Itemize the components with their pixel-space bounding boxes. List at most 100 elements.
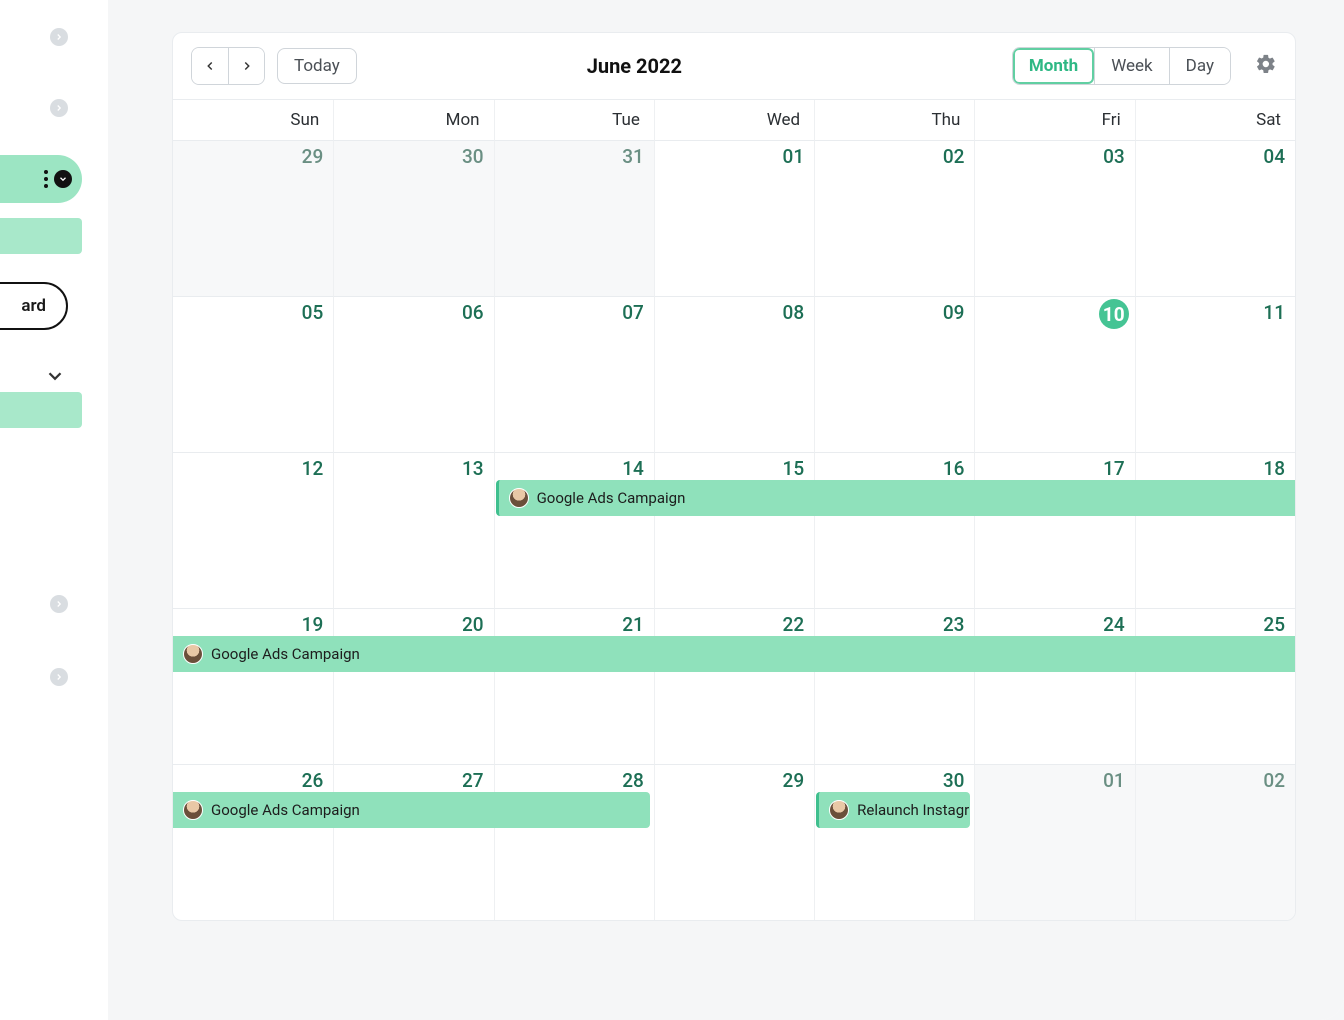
sidebar-active-item[interactable] bbox=[0, 155, 82, 203]
calendar-day-cell[interactable]: 20 bbox=[333, 608, 493, 764]
view-month-button[interactable]: Month bbox=[1013, 48, 1094, 84]
calendar-day-cell[interactable]: 21 bbox=[494, 608, 654, 764]
calendar-week: 19 20 21 22 2324 25Google Ads Campaign bbox=[173, 608, 1295, 764]
day-number: 09 bbox=[943, 301, 965, 324]
event-title: Relaunch Instagr bbox=[857, 801, 969, 819]
sidebar-expand-icon[interactable] bbox=[50, 595, 68, 613]
calendar-day-cell[interactable]: 09 bbox=[814, 296, 974, 452]
calendar-day-cell[interactable]: 18 bbox=[1135, 452, 1295, 608]
calendar-day-cell[interactable]: 24 bbox=[974, 608, 1134, 764]
calendar-event[interactable]: Relaunch Instagr bbox=[816, 792, 970, 828]
weekday-header: Thu bbox=[814, 100, 974, 140]
day-number: 26 bbox=[302, 769, 324, 792]
day-number: 14 bbox=[622, 457, 644, 480]
calendar-event[interactable]: Google Ads Campaign bbox=[173, 792, 650, 828]
day-number: 19 bbox=[302, 613, 324, 636]
sidebar-dashboard-button[interactable]: ard bbox=[0, 282, 68, 330]
calendar-day-cell[interactable]: 29 bbox=[654, 764, 814, 920]
gear-icon[interactable] bbox=[1255, 53, 1277, 79]
day-number: 21 bbox=[622, 613, 644, 636]
calendar-day-cell[interactable]: 11 bbox=[1135, 296, 1295, 452]
calendar-day-cell[interactable]: 27 bbox=[333, 764, 493, 920]
calendar-day-cell[interactable]: 17 bbox=[974, 452, 1134, 608]
calendar-week: 26 27 28 29 30 01 02 Google Ads Campaign Relaunc… bbox=[173, 764, 1295, 920]
calendar-day-cell[interactable]: 16 bbox=[814, 452, 974, 608]
calendar-day-cell[interactable]: 06 bbox=[333, 296, 493, 452]
day-number: 13 bbox=[462, 457, 484, 480]
weekday-header: Sat bbox=[1135, 100, 1295, 140]
calendar-day-cell[interactable]: 15 bbox=[654, 452, 814, 608]
day-number: 22 bbox=[783, 613, 805, 636]
day-number: 18 bbox=[1263, 457, 1285, 480]
sidebar-panel bbox=[0, 0, 84, 556]
calendar-event[interactable]: Google Ads Campaign bbox=[173, 636, 1295, 672]
day-number: 29 bbox=[783, 769, 805, 792]
calendar-day-cell[interactable]: 31 bbox=[494, 140, 654, 296]
prev-button[interactable] bbox=[192, 48, 228, 84]
calendar-week: 12 13 14 15 16 17 18Google Ads Campaign bbox=[173, 452, 1295, 608]
calendar-day-cell[interactable]: 12 bbox=[173, 452, 333, 608]
chevron-down-icon[interactable] bbox=[44, 365, 66, 391]
sidebar: ard bbox=[0, 0, 108, 1020]
calendar-day-cell[interactable]: 25 bbox=[1135, 608, 1295, 764]
day-number: 28 bbox=[622, 769, 644, 792]
calendar-day-cell[interactable]: 30 bbox=[814, 764, 974, 920]
calendar-week: 05 06 07 08 09 10 11 bbox=[173, 296, 1295, 452]
day-number: 29 bbox=[302, 145, 324, 168]
weekday-header: Tue bbox=[494, 100, 654, 140]
calendar-day-cell[interactable]: 02 bbox=[814, 140, 974, 296]
day-number: 08 bbox=[783, 301, 805, 324]
view-week-button[interactable]: Week bbox=[1094, 48, 1168, 84]
calendar-day-cell[interactable]: 13 bbox=[333, 452, 493, 608]
calendar-event[interactable]: Google Ads Campaign bbox=[496, 480, 1295, 516]
calendar-day-cell[interactable]: 10 bbox=[974, 296, 1134, 452]
day-number: 15 bbox=[783, 457, 805, 480]
day-number: 27 bbox=[462, 769, 484, 792]
weekday-header: Sun bbox=[173, 100, 333, 140]
calendar-day-cell[interactable]: 04 bbox=[1135, 140, 1295, 296]
day-number: 02 bbox=[1263, 769, 1285, 792]
day-number: 11 bbox=[1263, 301, 1285, 324]
calendar-day-cell[interactable]: 05 bbox=[173, 296, 333, 452]
sidebar-item[interactable] bbox=[0, 218, 82, 254]
view-day-button[interactable]: Day bbox=[1169, 48, 1230, 84]
calendar-day-cell[interactable]: 08 bbox=[654, 296, 814, 452]
weekday-header: Fri bbox=[974, 100, 1134, 140]
sidebar-dashboard-label: ard bbox=[21, 296, 46, 316]
sidebar-expand-icon[interactable] bbox=[50, 28, 68, 46]
calendar-day-cell[interactable]: 30 bbox=[333, 140, 493, 296]
sidebar-expand-icon[interactable] bbox=[50, 668, 68, 686]
calendar-day-cell[interactable]: 01 bbox=[654, 140, 814, 296]
weekday-header: Mon bbox=[333, 100, 493, 140]
today-date: 10 bbox=[1099, 299, 1129, 329]
day-number: 03 bbox=[1103, 145, 1125, 168]
calendar-day-cell[interactable]: 19 bbox=[173, 608, 333, 764]
sidebar-item[interactable] bbox=[0, 392, 82, 428]
calendar-day-cell[interactable]: 03 bbox=[974, 140, 1134, 296]
calendar-day-cell[interactable]: 02 bbox=[1135, 764, 1295, 920]
calendar-day-cell[interactable]: 22 bbox=[654, 608, 814, 764]
kebab-icon[interactable] bbox=[44, 170, 48, 188]
avatar bbox=[183, 644, 203, 664]
calendar-day-cell[interactable]: 28 bbox=[494, 764, 654, 920]
avatar bbox=[183, 800, 203, 820]
view-switcher: Month Week Day bbox=[1012, 47, 1231, 85]
calendar-toolbar: Today June 2022 Month Week Day bbox=[173, 33, 1295, 99]
day-number: 16 bbox=[943, 457, 965, 480]
calendar-day-cell[interactable]: 23 bbox=[814, 608, 974, 764]
day-number: 05 bbox=[302, 301, 324, 324]
calendar-grid: 2930310102030405060708091011121314151617… bbox=[173, 140, 1295, 920]
day-number: 06 bbox=[462, 301, 484, 324]
calendar-day-cell[interactable]: 26 bbox=[173, 764, 333, 920]
calendar-day-cell[interactable]: 07 bbox=[494, 296, 654, 452]
day-number: 01 bbox=[1103, 769, 1125, 792]
day-number: 20 bbox=[462, 613, 484, 636]
chevron-down-icon[interactable] bbox=[54, 170, 72, 188]
day-number: 25 bbox=[1263, 613, 1285, 636]
sidebar-expand-icon[interactable] bbox=[50, 99, 68, 117]
calendar-day-cell[interactable]: 14 bbox=[494, 452, 654, 608]
calendar-day-cell[interactable]: 01 bbox=[974, 764, 1134, 920]
calendar-title: June 2022 bbox=[257, 54, 1012, 78]
calendar-day-cell[interactable]: 29 bbox=[173, 140, 333, 296]
day-number: 30 bbox=[462, 145, 484, 168]
